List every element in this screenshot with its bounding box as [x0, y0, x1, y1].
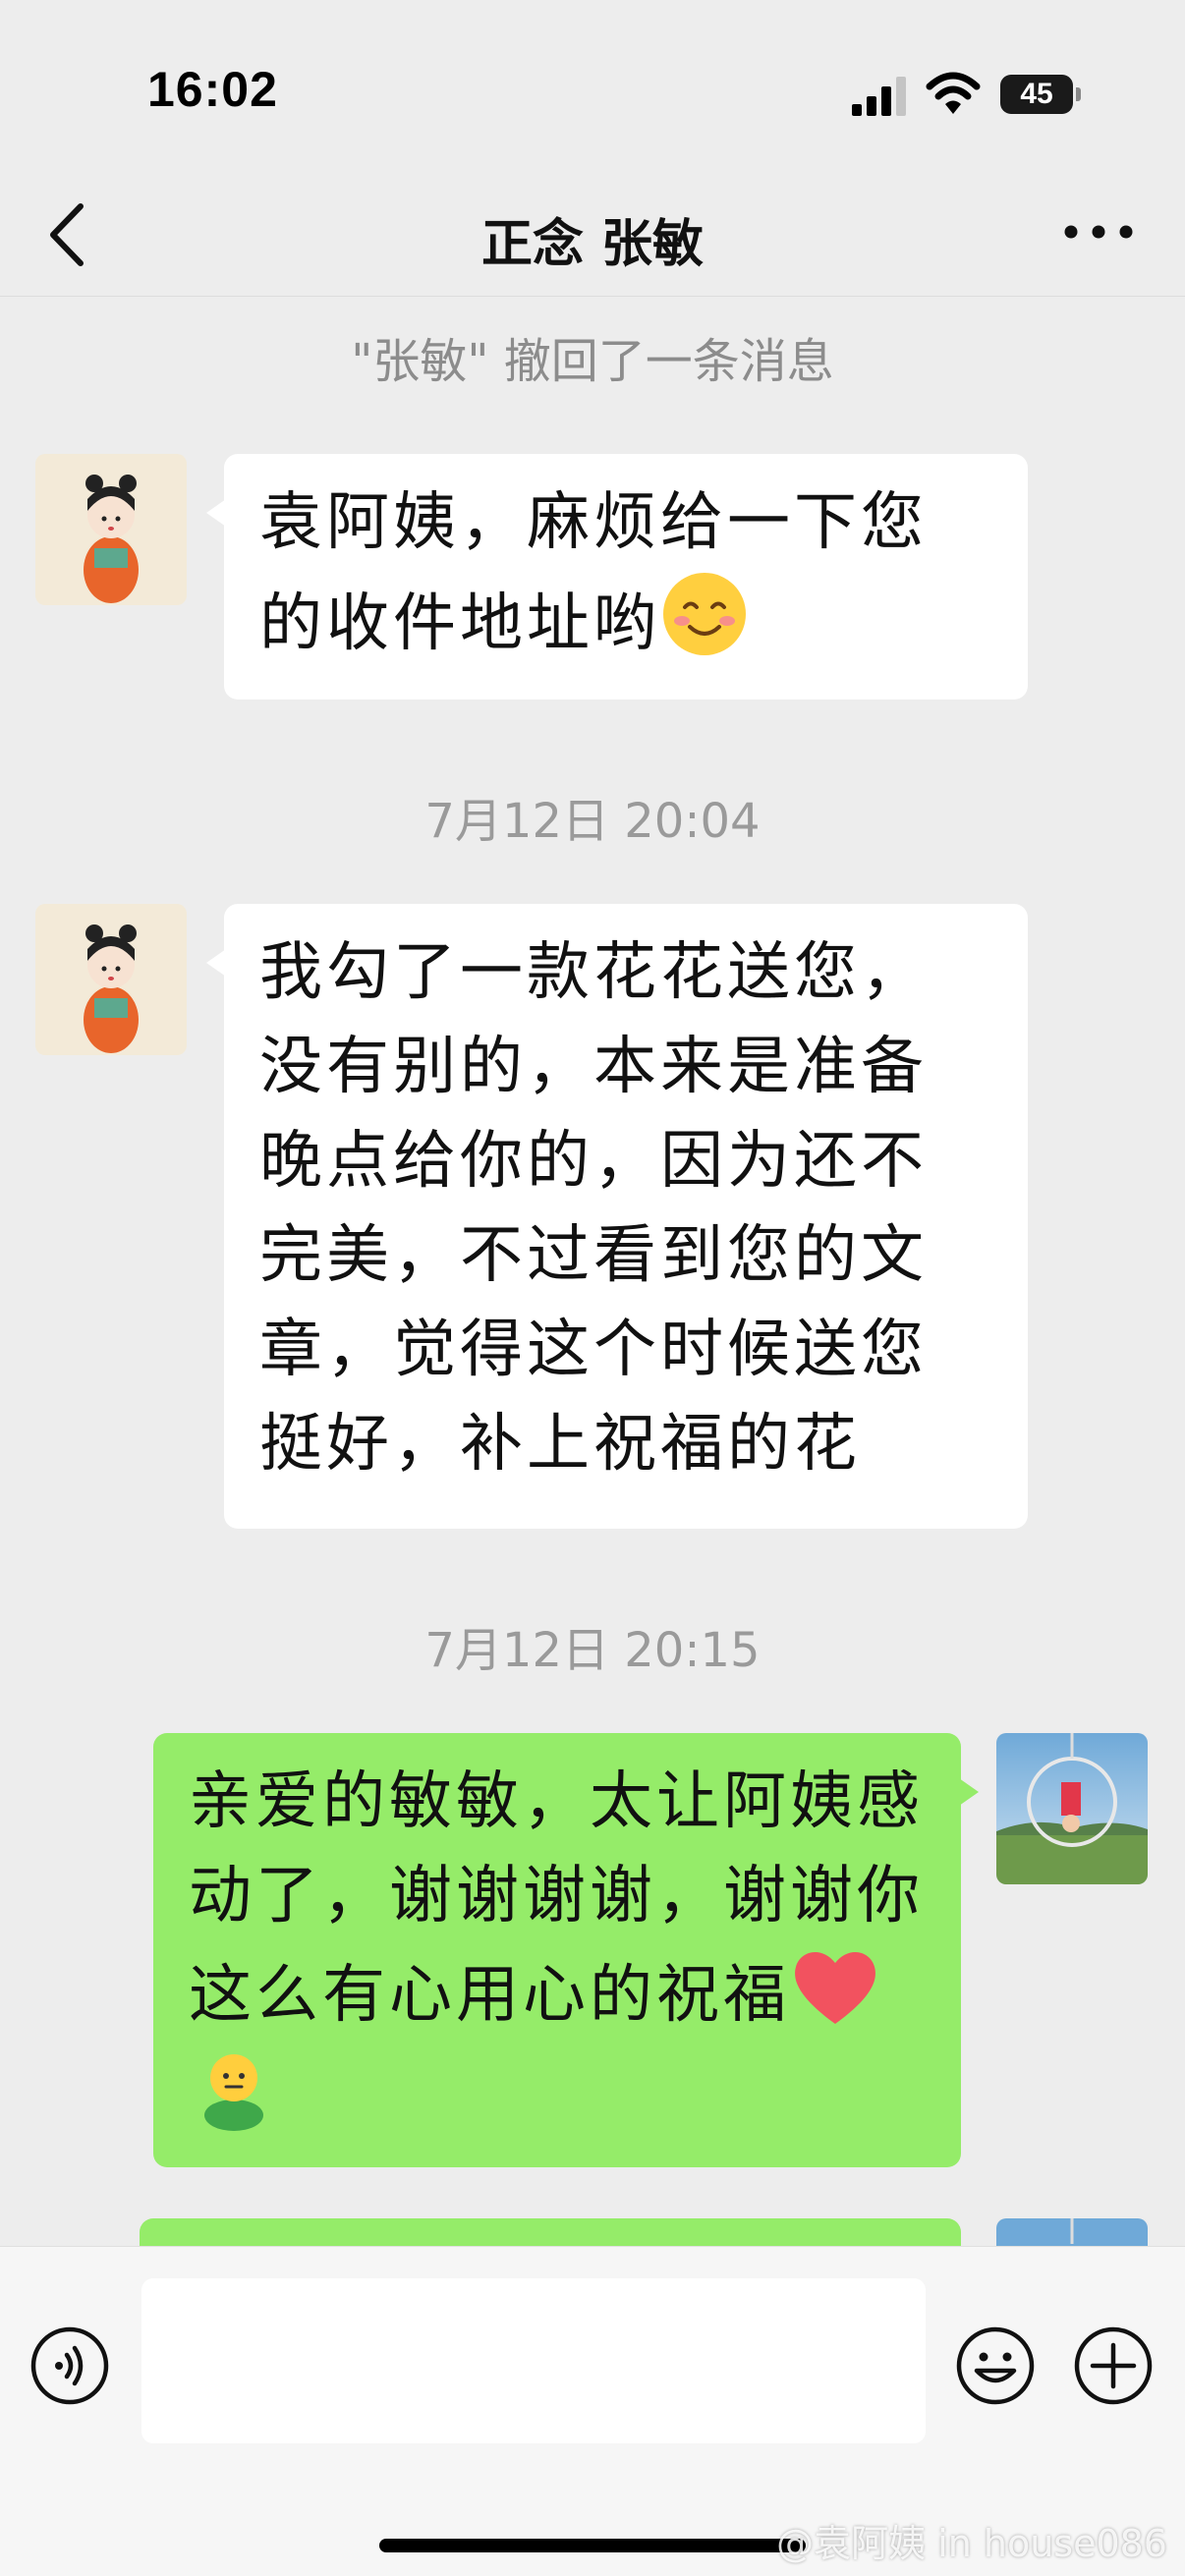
message-bubble-incoming[interactable]: 我勾了一款花花送您，没有别的，本来是准备晚点给你的，因为还不完美，不过看到您的文…	[206, 904, 1028, 1529]
contact-avatar-illustration	[35, 454, 187, 605]
person-emoji-icon	[204, 2054, 263, 2131]
my-avatar-photo	[996, 1733, 1148, 1884]
battery-level: 45	[1020, 78, 1053, 110]
more-options-icon[interactable]	[1061, 212, 1136, 252]
status-bar: 16:02 45	[0, 0, 1185, 177]
emoji-picker-icon[interactable]	[955, 2325, 1036, 2406]
status-time: 16:02	[147, 62, 278, 117]
contact-avatar[interactable]	[35, 454, 187, 605]
message-bubble-outgoing[interactable]: 亲爱的敏敏，太让阿姨感动了，谢谢谢谢，谢谢你这么有心用心的祝福	[153, 1733, 979, 2167]
smiling-face-emoji-icon	[663, 573, 746, 655]
message-input[interactable]	[141, 2278, 926, 2443]
message-text: 我勾了一款花花送您，没有别的，本来是准备晚点给你的，因为还不完美，不过看到您的文…	[259, 936, 928, 1481]
chat-title: 正念 张敏	[480, 215, 705, 274]
message-text: 袁阿姨，麻烦给一下您的收件地址哟	[259, 486, 928, 660]
recalled-message-note: "张敏" 撤回了一条消息	[351, 334, 834, 389]
wifi-icon	[926, 72, 981, 114]
cellular-signal-icon	[852, 77, 906, 116]
my-avatar[interactable]	[996, 1733, 1148, 1884]
message-bubble-incoming[interactable]: 袁阿姨，麻烦给一下您的收件地址哟	[206, 454, 1028, 700]
watermark: @袁阿姨 in house086	[776, 2522, 1167, 2565]
nav-bar: 正念 张敏	[0, 177, 1185, 297]
timestamp: 7月12日 20:04	[424, 794, 761, 849]
home-indicator[interactable]	[379, 2539, 806, 2552]
timestamp: 7月12日 20:15	[424, 1623, 761, 1678]
voice-input-icon[interactable]	[29, 2325, 110, 2406]
red-heart-emoji-icon	[795, 1951, 875, 2024]
contact-avatar[interactable]	[35, 904, 187, 1055]
plus-icon[interactable]	[1073, 2325, 1154, 2406]
battery-icon: 45	[1000, 75, 1081, 114]
contact-avatar-illustration	[35, 904, 187, 1055]
